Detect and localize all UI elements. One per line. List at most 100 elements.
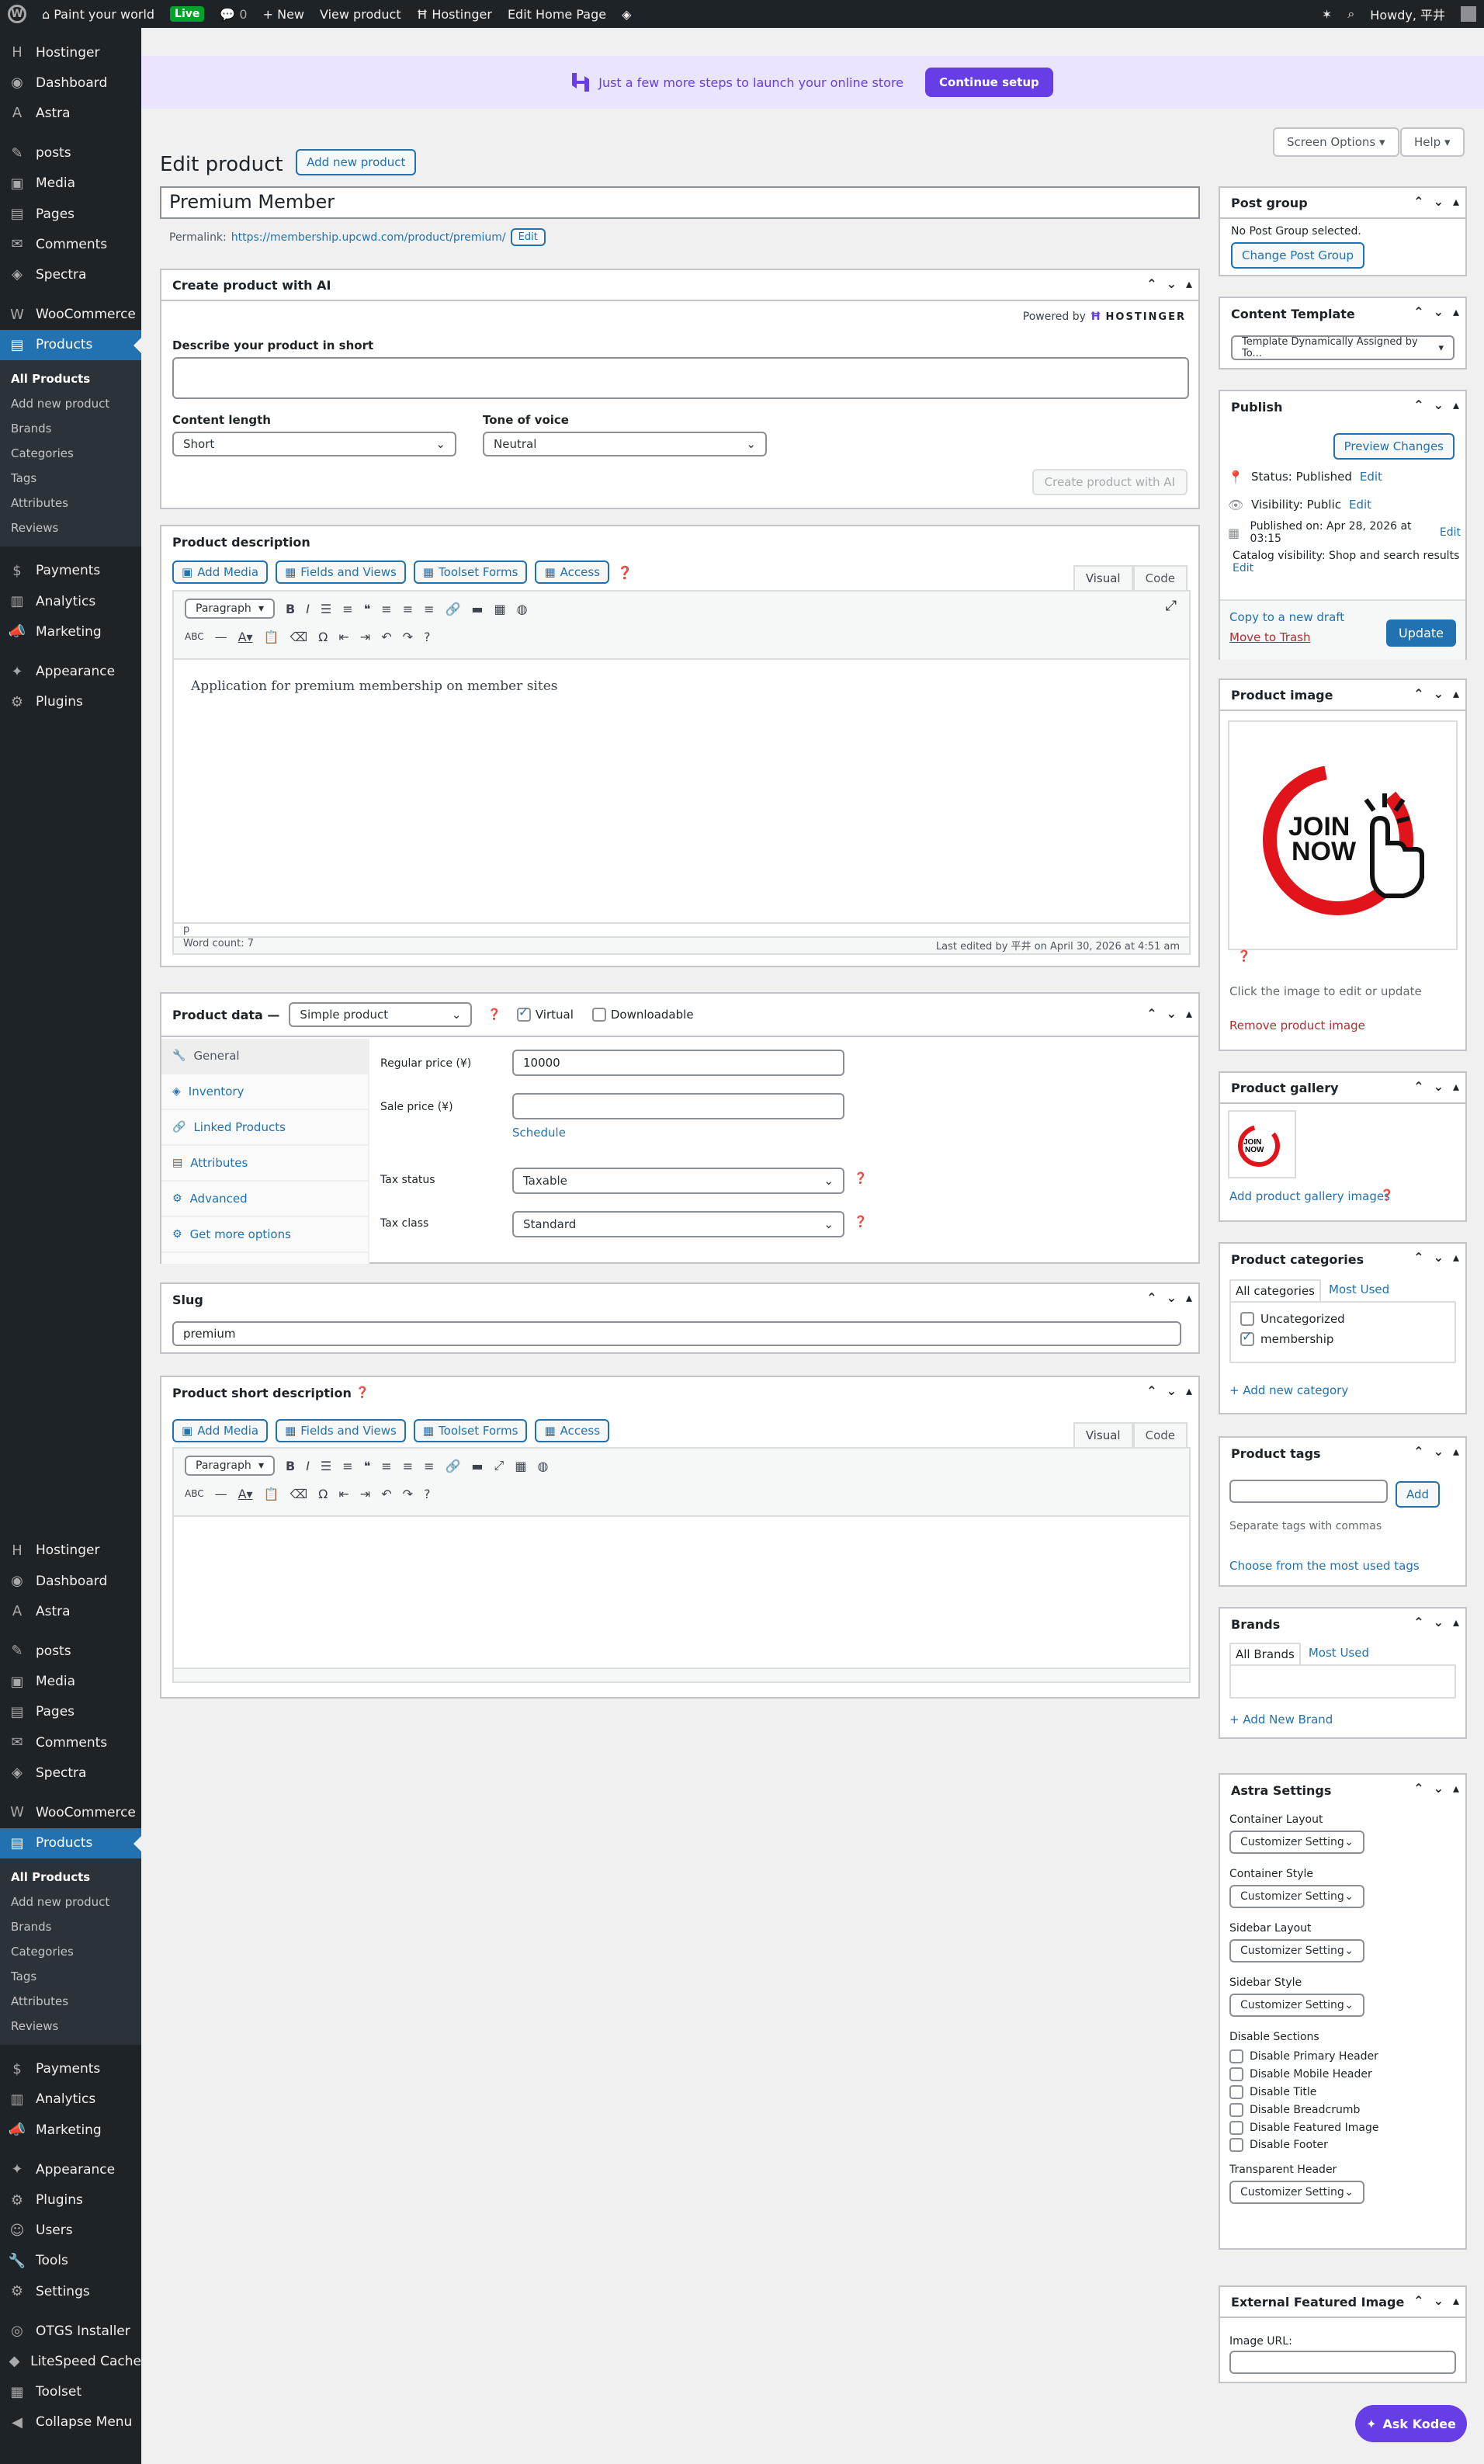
chevron-down-icon[interactable]: ⌄ [1434, 1444, 1444, 1459]
add-new-product-button[interactable]: Add new product [296, 149, 417, 175]
undo-icon[interactable]: ↶ [381, 630, 391, 644]
tag-input[interactable] [1229, 1480, 1388, 1503]
help-icon[interactable]: ❓ [487, 1008, 501, 1021]
disable-checkbox[interactable] [1229, 2067, 1243, 2082]
menu-analytics[interactable]: ▥ Analytics [0, 586, 141, 616]
chevron-up-icon[interactable]: ⌃ [1413, 2293, 1423, 2308]
new-link[interactable]: + New [255, 0, 312, 28]
menu-toolset[interactable]: ▦ Toolset [0, 2377, 141, 2407]
align-right-icon[interactable]: ≡ [424, 1459, 434, 1473]
menu-astra[interactable]: A Astra [0, 98, 141, 128]
virtual-checkbox[interactable] [516, 1005, 531, 1022]
submenu-tags[interactable]: Tags [0, 1964, 141, 1989]
fields-and-views-button[interactable]: ▦ Fields and Views [276, 560, 406, 584]
tab-most-used[interactable]: Most Used [1321, 1279, 1397, 1301]
menu-hostinger[interactable]: H Hostinger [0, 1536, 141, 1566]
toolset-icon[interactable]: ◍ [517, 602, 528, 616]
submenu-brands[interactable]: Brands [0, 416, 141, 441]
bullet-list-icon[interactable]: ☰ [321, 1459, 331, 1473]
chevron-up-icon[interactable]: ⌃ [1413, 686, 1423, 701]
tab-get-more-options[interactable]: ⚙ Get more options [161, 1217, 368, 1253]
chevron-down-icon[interactable]: ⌄ [1167, 1290, 1177, 1305]
visibility-edit-link[interactable]: Edit [1349, 498, 1371, 512]
help-icon[interactable]: ❓ [854, 1172, 867, 1185]
menu-spectra[interactable]: ◈ Spectra [0, 1758, 141, 1788]
schedule-link[interactable]: Schedule [512, 1126, 566, 1140]
tab-linked-products[interactable]: 🔗 Linked Products [161, 1110, 368, 1146]
omega-icon[interactable]: Ω [318, 630, 328, 644]
menu-astra[interactable]: A Astra [0, 1596, 141, 1626]
add-category-link[interactable]: + Add new category [1229, 1383, 1348, 1397]
fields-and-views-button[interactable]: ▦ Fields and Views [276, 1419, 406, 1442]
menu-woocommerce-2[interactable]: W WooCommerce [0, 1797, 141, 1827]
downloadable-checkbox[interactable] [591, 1008, 606, 1022]
toggle-icon[interactable]: ▴ [1453, 1079, 1459, 1094]
sidebar-style-select[interactable]: Customizer Setting ⌄ [1229, 1994, 1364, 2017]
copy-draft-link[interactable]: Copy to a new draft [1229, 610, 1344, 624]
access-button[interactable]: ▦ Access [535, 560, 610, 584]
view-product-link[interactable]: View product [312, 0, 409, 28]
indent-icon[interactable]: ⇥ [360, 1487, 370, 1501]
chevron-down-icon[interactable]: ⌄ [1167, 1006, 1177, 1021]
container-style-select[interactable]: Customizer Setting ⌄ [1229, 1885, 1364, 1908]
submenu-categories[interactable]: Categories [0, 1939, 141, 1964]
preview-changes-button[interactable]: Preview Changes [1333, 433, 1455, 460]
chevron-up-icon[interactable]: ⌃ [1413, 1615, 1423, 1629]
choose-tags-link[interactable]: Choose from the most used tags [1229, 1559, 1420, 1573]
disable-checkbox[interactable] [1229, 2102, 1243, 2117]
describe-textarea[interactable] [172, 357, 1189, 399]
permalink-edit-button[interactable]: Edit [510, 228, 546, 246]
description-editor[interactable]: Application for premium membership on me… [172, 660, 1191, 924]
toggle-icon[interactable]: ▴ [1186, 1383, 1192, 1398]
menu-dashboard[interactable]: ◉ Dashboard [0, 1566, 141, 1596]
permalink-url[interactable]: https://membership.upcwd.com/product/pre… [231, 231, 506, 244]
numbered-list-icon[interactable]: ≡ [342, 1459, 352, 1473]
text-color-icon[interactable]: A▾ [238, 630, 253, 644]
toggle-icon[interactable]: ▴ [1453, 304, 1459, 319]
toggle-icon[interactable]: ▴ [1453, 397, 1459, 412]
create-with-ai-button[interactable]: Create product with AI [1032, 469, 1188, 495]
menu-comments[interactable]: ✉ Comments [0, 229, 141, 259]
menu-products-2[interactable]: ▤ Products [0, 1827, 141, 1858]
menu-plugins[interactable]: ⚙ Plugins [0, 687, 141, 717]
menu-plugins[interactable]: ⚙ Plugins [0, 2185, 141, 2215]
search-icon[interactable]: ⌕ [1340, 0, 1362, 28]
text-color-icon[interactable]: A▾ [238, 1487, 253, 1501]
toggle-icon[interactable]: ▴ [1453, 1781, 1459, 1796]
bold-icon[interactable]: B [286, 602, 295, 616]
disable-checkbox[interactable] [1229, 2120, 1243, 2135]
more-icon[interactable]: ▬ [471, 602, 483, 616]
help-icon[interactable]: ? [424, 630, 431, 644]
align-left-icon[interactable]: ≡ [381, 1459, 391, 1473]
redo-icon[interactable]: ↷ [403, 1487, 413, 1501]
undo-icon[interactable]: ↶ [381, 1487, 391, 1501]
hr-icon[interactable]: — [215, 1487, 227, 1501]
toggle-icon[interactable]: ▴ [1186, 1006, 1192, 1021]
link-icon[interactable]: 🔗 [446, 602, 461, 616]
clear-format-icon[interactable]: ⌫ [290, 630, 308, 644]
membership-checkbox[interactable] [1240, 1329, 1254, 1346]
sparkle-icon[interactable]: ✶ [1314, 0, 1340, 28]
chevron-up-icon[interactable]: ⌃ [1146, 1006, 1156, 1021]
menu-appearance[interactable]: ✦ Appearance [0, 2154, 141, 2185]
catalog-edit-link[interactable]: Edit [1233, 562, 1253, 574]
help-icon[interactable]: ❓ [854, 1216, 867, 1228]
tab-most-used-brands[interactable]: Most Used [1301, 1643, 1377, 1664]
sale-price-input[interactable] [512, 1093, 844, 1119]
chevron-down-icon[interactable]: ⌄ [1434, 304, 1444, 319]
menu-posts[interactable]: ✎ posts [0, 1636, 141, 1666]
numbered-list-icon[interactable]: ≡ [342, 602, 352, 616]
add-brand-link[interactable]: + Add New Brand [1229, 1713, 1333, 1727]
submenu-all-products[interactable]: All Products [0, 366, 141, 391]
disable-checkbox[interactable] [1229, 2138, 1243, 2153]
tab-code[interactable]: Code [1132, 1422, 1188, 1449]
align-center-icon[interactable]: ≡ [403, 602, 413, 616]
strikethrough-icon[interactable]: ABC [185, 1488, 204, 1499]
resize-handle[interactable] [172, 1669, 1191, 1683]
menu-otgs-installer[interactable]: ◎ OTGS Installer [0, 2316, 141, 2346]
content-length-select[interactable]: Short ⌄ [172, 432, 456, 456]
add-tag-button[interactable]: Add [1396, 1481, 1441, 1508]
menu-payments[interactable]: $ Payments [0, 2054, 141, 2084]
help-icon[interactable]: ❓ [1380, 1189, 1393, 1202]
product-image[interactable]: JOIN NOW [1228, 720, 1458, 950]
